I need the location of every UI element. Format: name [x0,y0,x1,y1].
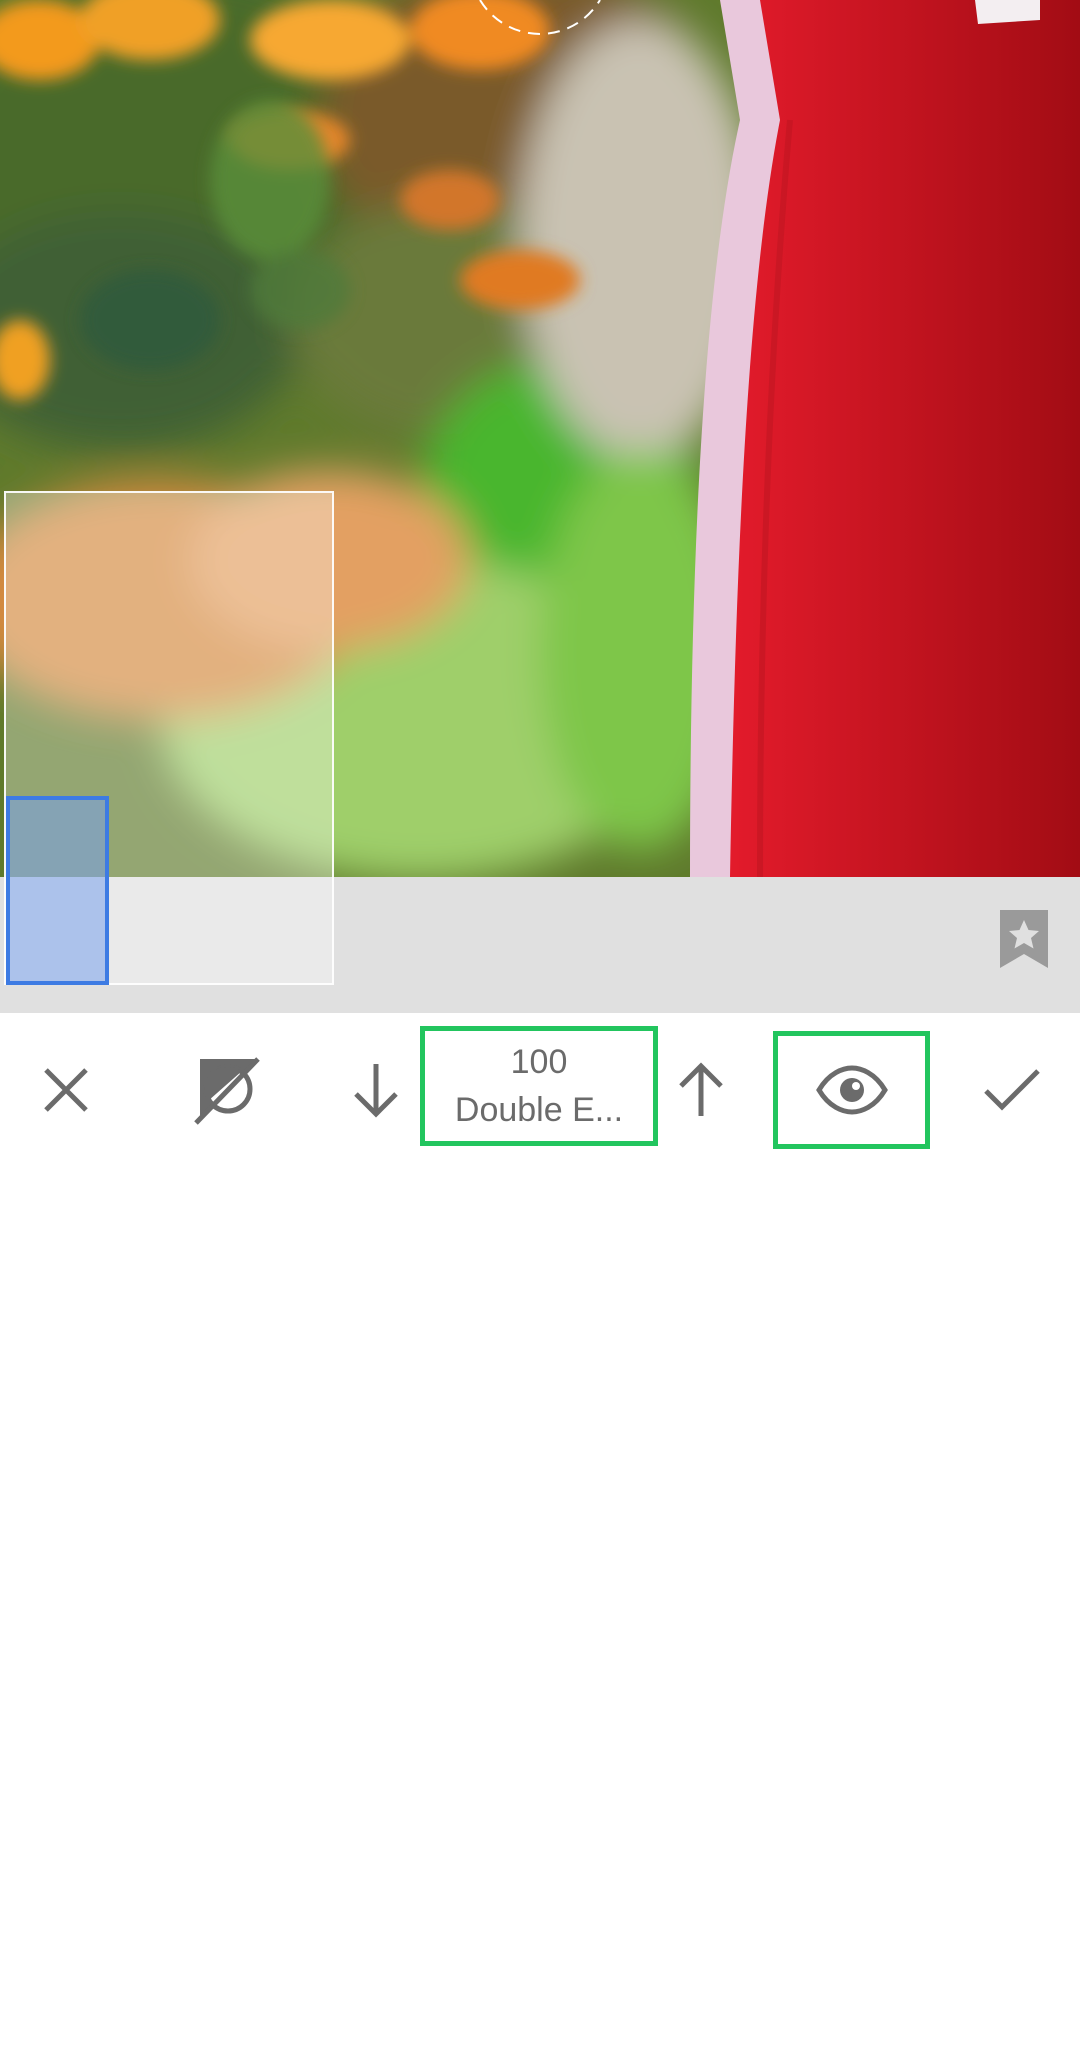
eye-icon [815,1065,888,1115]
adjustment-label: Double E... [454,1091,624,1129]
zoom-navigator-viewport[interactable] [6,796,109,985]
mask-button[interactable] [182,1045,272,1135]
apply-button[interactable] [967,1045,1057,1135]
bookmark-star-icon[interactable] [1000,910,1048,968]
adjustment-value-selector[interactable]: 100 Double E... [420,1026,658,1146]
compare-view-button[interactable] [773,1031,930,1149]
mask-icon [194,1057,260,1125]
adjustment-value: 100 [510,1043,568,1081]
decrease-button[interactable] [331,1045,421,1135]
arrow-down-icon [354,1064,398,1118]
close-button[interactable] [21,1045,111,1135]
arrow-up-icon [679,1062,723,1116]
check-icon [984,1069,1040,1111]
close-icon [44,1068,88,1112]
increase-button[interactable] [656,1045,746,1135]
